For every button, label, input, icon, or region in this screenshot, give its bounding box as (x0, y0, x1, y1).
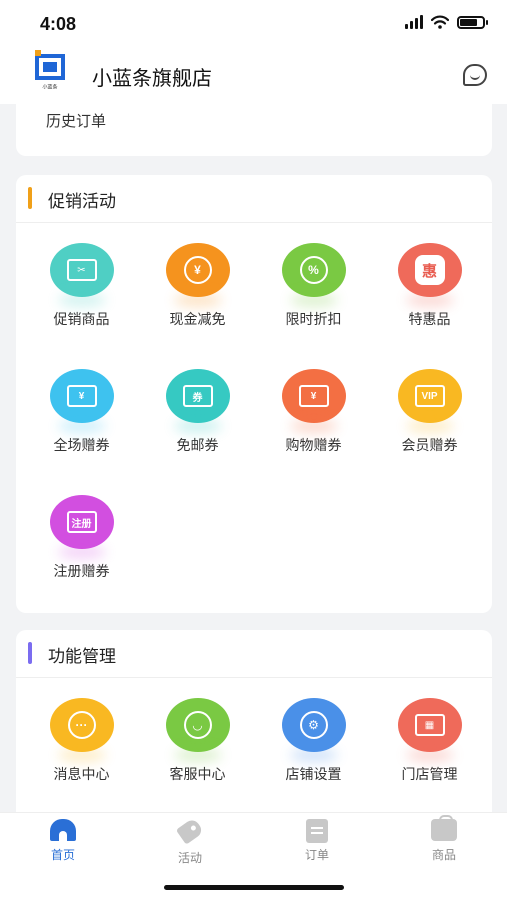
icon-glyph: ¥ (298, 385, 329, 407)
promotion-label: 注册赠券 (53, 563, 110, 579)
promotion-label: 促销商品 (53, 311, 110, 327)
status-time: 4:08 (40, 14, 77, 34)
function-label: 门店管理 (401, 766, 458, 782)
promotion-label: 免邮券 (176, 437, 219, 453)
tab-label: 首页 (50, 848, 75, 862)
logo-icon (35, 50, 65, 80)
icon-glyph: 券 (182, 385, 213, 407)
tab-label: 订单 (304, 848, 329, 862)
history-orders-link[interactable]: 历史订单 (46, 110, 106, 131)
promotion-item[interactable]: ¥ 购物赠券 (254, 361, 373, 471)
icon-glyph: % (299, 256, 328, 284)
section-accent-bar (28, 642, 32, 664)
icon-glyph: 惠 (414, 255, 445, 285)
store-settings-icon: ⚙ (281, 698, 346, 752)
icon-glyph: ··· (67, 711, 96, 739)
function-item[interactable]: ⚙ 店铺设置 (254, 690, 373, 800)
function-item[interactable]: ▦ 门店管理 (370, 690, 489, 800)
history-card: 历史订单 (16, 90, 492, 156)
function-item[interactable]: ··· 消息中心 (22, 690, 141, 800)
promotion-item[interactable]: % 限时折扣 (254, 235, 373, 345)
chat-icon[interactable] (463, 64, 487, 86)
icon-glyph: VIP (414, 385, 445, 407)
customer-service-icon: ◡ (165, 698, 230, 752)
message-icon: ··· (49, 698, 114, 752)
promotion-label: 特惠品 (408, 311, 451, 327)
icon-glyph: ▦ (414, 714, 445, 736)
promotion-item[interactable]: 注册 注册赠券 (22, 487, 141, 597)
function-label: 客服中心 (169, 766, 226, 782)
store-name: 小蓝条旗舰店 (92, 68, 212, 90)
function-label: 店铺设置 (285, 766, 342, 782)
shopping-coupon-icon: ¥ (281, 369, 346, 423)
promotion-label: 会员赠券 (401, 437, 458, 453)
free-shipping-coupon-icon: 券 (165, 369, 230, 423)
icon-glyph: ¥ (66, 385, 97, 407)
order-icon (304, 819, 330, 843)
vip-coupon-icon: VIP (397, 369, 462, 423)
promotion-item[interactable]: ¥ 全场赠券 (22, 361, 141, 471)
tag-icon: ✂ (49, 243, 114, 297)
tab-activity[interactable]: 活动 (127, 817, 253, 866)
promotion-item[interactable]: ¥ 现金减免 (138, 235, 257, 345)
wifi-icon (431, 15, 449, 29)
store-management-icon: ▦ (397, 698, 462, 752)
yen-coin-icon: ¥ (165, 243, 230, 297)
goods-icon (431, 815, 457, 843)
cellular-signal-icon (405, 15, 423, 29)
promotion-item[interactable]: ✂ 促销商品 (22, 235, 141, 345)
tab-goods[interactable]: 商品 (381, 815, 507, 863)
function-label: 消息中心 (53, 766, 110, 782)
tab-home[interactable]: 首页 (0, 819, 126, 863)
promotions-card: 促销活动 ✂ 促销商品 ¥ 现金减免% 限时折扣 惠特惠品 ¥ 全场赠券 券免邮券 ¥ 购物赠券 VI… (16, 175, 492, 613)
icon-glyph: ¥ (183, 256, 212, 284)
special-offer-icon: 惠 (397, 243, 462, 297)
tab-label: 活动 (177, 851, 202, 865)
tab-bar: 首页 活动 订单 商品 (0, 812, 507, 900)
section-title: 促销活动 (48, 192, 116, 211)
tab-orders[interactable]: 订单 (254, 819, 380, 863)
functions-card: 功能管理 ··· 消息中心 ◡ 客服中心 ⚙ 店铺设置 ▦ 门店管理 (16, 630, 492, 820)
discount-icon: % (281, 243, 346, 297)
icon-glyph: 注册 (66, 511, 97, 533)
promotion-item[interactable]: 券免邮券 (138, 361, 257, 471)
functions-header: 功能管理 (16, 630, 492, 678)
section-accent-bar (28, 187, 32, 209)
tab-label: 商品 (431, 848, 456, 862)
promotion-label: 购物赠券 (285, 437, 342, 453)
promotion-label: 全场赠券 (53, 437, 110, 453)
promotion-label: 限时折扣 (285, 311, 342, 327)
promotion-item[interactable]: VIP 会员赠券 (370, 361, 489, 471)
register-coupon-icon: 注册 (49, 495, 114, 549)
icon-glyph: ◡ (183, 711, 212, 739)
promotions-header: 促销活动 (16, 175, 492, 223)
function-item[interactable]: ◡ 客服中心 (138, 690, 257, 800)
home-indicator (164, 885, 344, 890)
icon-glyph: ⚙ (299, 711, 328, 739)
tag-icon (175, 817, 205, 846)
home-icon (50, 819, 76, 843)
status-bar: 4:08 (0, 0, 507, 48)
status-icons (405, 15, 488, 29)
receipt-yen-icon: ¥ (49, 369, 114, 423)
promotion-item[interactable]: 惠特惠品 (370, 235, 489, 345)
section-title: 功能管理 (48, 647, 116, 666)
promotion-label: 现金减免 (169, 311, 226, 327)
battery-icon (457, 15, 488, 29)
icon-glyph: ✂ (66, 259, 97, 281)
